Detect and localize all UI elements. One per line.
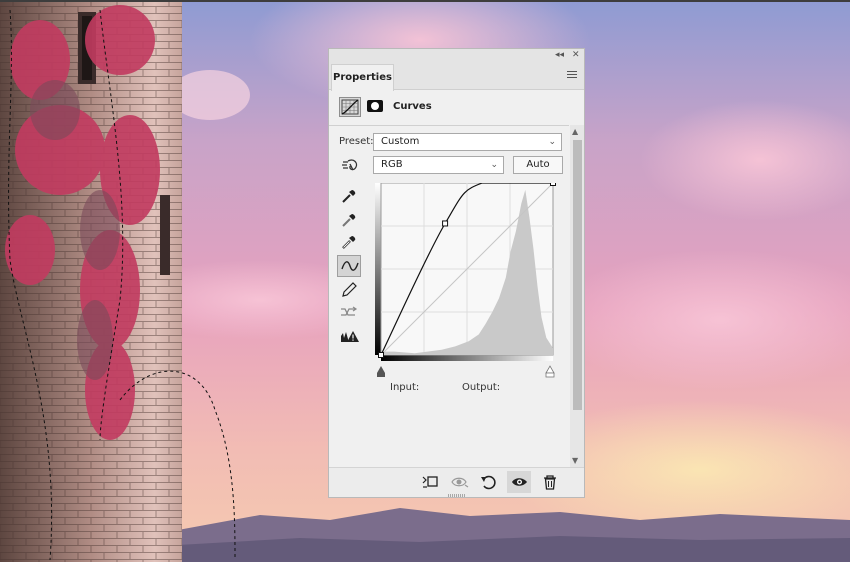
- curve-control-point[interactable]: [378, 352, 384, 358]
- scroll-down-icon[interactable]: ▼: [572, 456, 578, 465]
- output-label: Output:: [462, 382, 501, 393]
- channel-value: RGB: [381, 159, 403, 170]
- properties-panel: ◂◂ ✕ Properties Curves Preset: Custom ⌄ …: [328, 48, 585, 498]
- panel-footer: [329, 467, 584, 497]
- auto-button[interactable]: Auto: [513, 156, 563, 174]
- divider: [329, 125, 569, 126]
- sample-black-point-eyedropper-icon[interactable]: [337, 185, 361, 207]
- output-gradient-bar: [375, 183, 381, 355]
- view-previous-state-icon[interactable]: [447, 471, 471, 493]
- panel-menu-icon[interactable]: [567, 71, 577, 80]
- on-image-adjust-icon[interactable]: [337, 154, 361, 176]
- chevron-down-icon: ⌄: [490, 160, 498, 170]
- panel-tab-row: Properties: [329, 62, 584, 91]
- toggle-visibility-icon[interactable]: [507, 471, 531, 493]
- channel-dropdown[interactable]: RGB ⌄: [373, 156, 504, 174]
- panel-titlebar[interactable]: ◂◂ ✕: [329, 49, 584, 62]
- clipping-warning-icon[interactable]: [337, 326, 361, 348]
- close-icon[interactable]: ✕: [572, 49, 580, 62]
- adjustment-title: Curves: [393, 101, 432, 112]
- draw-curve-pencil-icon[interactable]: [337, 279, 361, 301]
- reset-to-defaults-icon[interactable]: [476, 471, 500, 493]
- preset-dropdown[interactable]: Custom ⌄: [373, 133, 562, 151]
- scroll-up-icon[interactable]: ▲: [572, 127, 578, 136]
- scroll-thumb[interactable]: [573, 140, 582, 410]
- layer-mask-icon[interactable]: [365, 97, 387, 117]
- edit-points-curve-icon[interactable]: [337, 255, 361, 277]
- resize-grip[interactable]: [448, 494, 466, 497]
- chevron-down-icon: ⌄: [548, 137, 556, 147]
- smooth-curve-icon[interactable]: [337, 301, 361, 323]
- white-point-slider[interactable]: [545, 365, 555, 378]
- black-point-slider[interactable]: [377, 366, 385, 377]
- curves-graph[interactable]: [375, 183, 557, 379]
- curves-adjustment-icon[interactable]: [339, 97, 361, 117]
- input-label: Input:: [390, 382, 420, 393]
- delete-adjustment-icon[interactable]: [537, 471, 561, 493]
- curve-control-point[interactable]: [550, 183, 556, 186]
- clip-to-layer-icon[interactable]: [417, 471, 441, 493]
- sample-white-point-eyedropper-icon[interactable]: [337, 231, 361, 253]
- sample-gray-point-eyedropper-icon[interactable]: [337, 209, 361, 231]
- preset-label: Preset:: [339, 136, 374, 147]
- preset-value: Custom: [381, 136, 420, 147]
- input-gradient-bar: [381, 355, 553, 361]
- tab-properties[interactable]: Properties: [331, 64, 394, 91]
- curve-control-point[interactable]: [442, 220, 449, 227]
- double-chevron-left-icon[interactable]: ◂◂: [555, 49, 564, 62]
- panel-scrollbar[interactable]: ▲ ▼: [570, 125, 584, 467]
